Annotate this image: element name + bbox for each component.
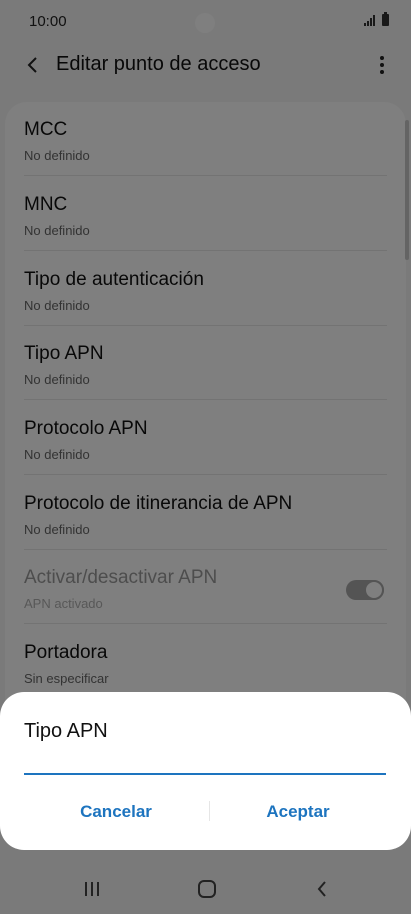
back-icon xyxy=(317,881,326,897)
accept-button[interactable]: Aceptar xyxy=(213,794,383,830)
recent-apps-icon xyxy=(85,882,99,896)
button-divider xyxy=(209,801,210,821)
input-underline xyxy=(24,773,386,775)
apn-type-input[interactable] xyxy=(24,742,390,774)
dialog-title: Tipo APN xyxy=(24,720,108,742)
cancel-button[interactable]: Cancelar xyxy=(31,794,201,830)
apn-type-dialog: Tipo APN Cancelar Aceptar xyxy=(0,692,411,850)
system-back-button[interactable] xyxy=(308,878,336,900)
navigation-bar xyxy=(0,862,411,914)
recent-apps-button[interactable] xyxy=(78,878,106,900)
home-button[interactable] xyxy=(193,878,221,900)
home-icon xyxy=(198,880,216,898)
